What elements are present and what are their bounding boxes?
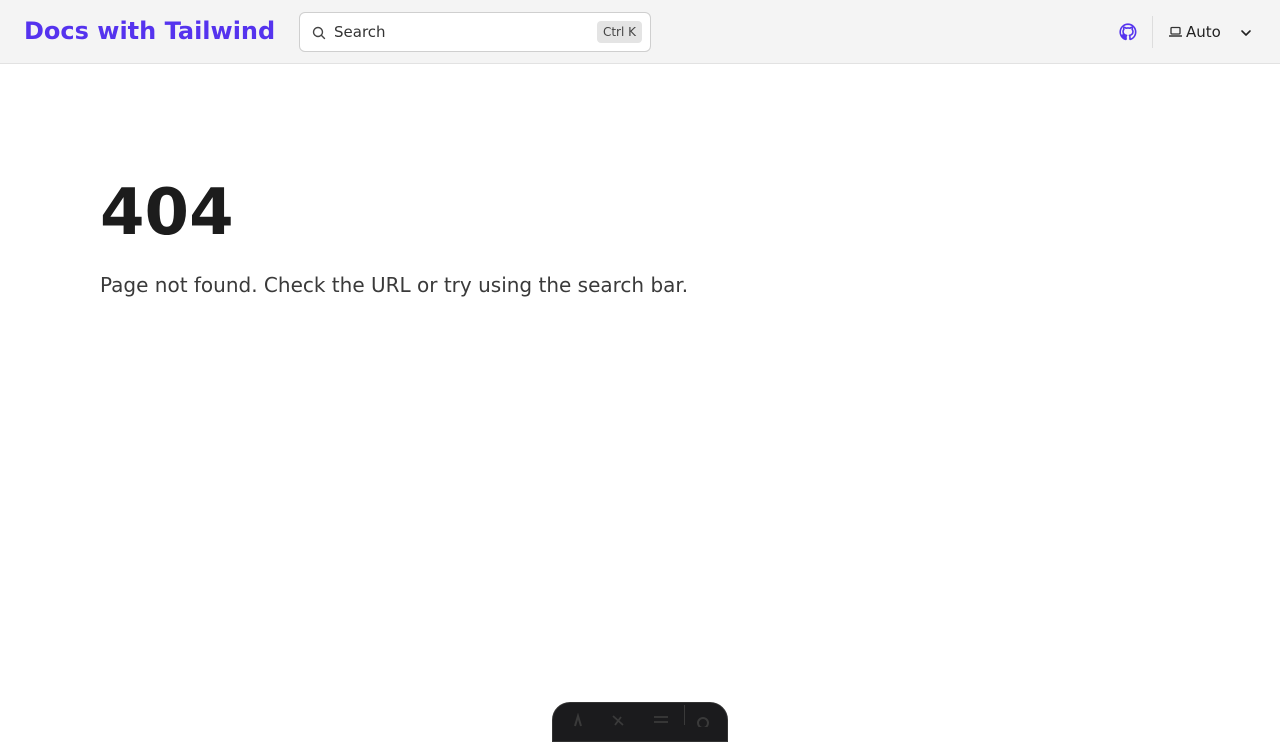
github-link[interactable] [1118, 22, 1138, 42]
theme-select-value: Auto [1186, 23, 1221, 41]
search-placeholder: Search [334, 23, 386, 41]
search-icon [312, 26, 326, 40]
error-message: Page not found. Check the URL or try usi… [100, 273, 689, 297]
header-divider [1152, 16, 1153, 48]
search-button[interactable]: Search Ctrl K [299, 12, 651, 52]
dev-toolbar-divider [684, 705, 685, 725]
astro-icon[interactable] [569, 713, 587, 727]
top-navbar: Docs with Tailwind Search Ctrl K Auto [0, 0, 1280, 64]
dev-toolbar [552, 702, 728, 742]
audit-icon[interactable] [609, 713, 627, 727]
github-icon [1119, 23, 1137, 41]
chevron-down-icon [1241, 30, 1251, 36]
error-code-heading: 404 [100, 176, 234, 250]
theme-select[interactable]: Auto [1165, 18, 1261, 46]
laptop-icon [1169, 26, 1182, 37]
menu-icon[interactable] [652, 713, 670, 727]
not-found-content: 404 Page not found. Check the URL or try… [100, 170, 1100, 300]
settings-icon[interactable] [694, 713, 712, 727]
search-shortcut-hint: Ctrl K [596, 21, 642, 43]
site-title-link[interactable]: Docs with Tailwind [24, 16, 275, 46]
